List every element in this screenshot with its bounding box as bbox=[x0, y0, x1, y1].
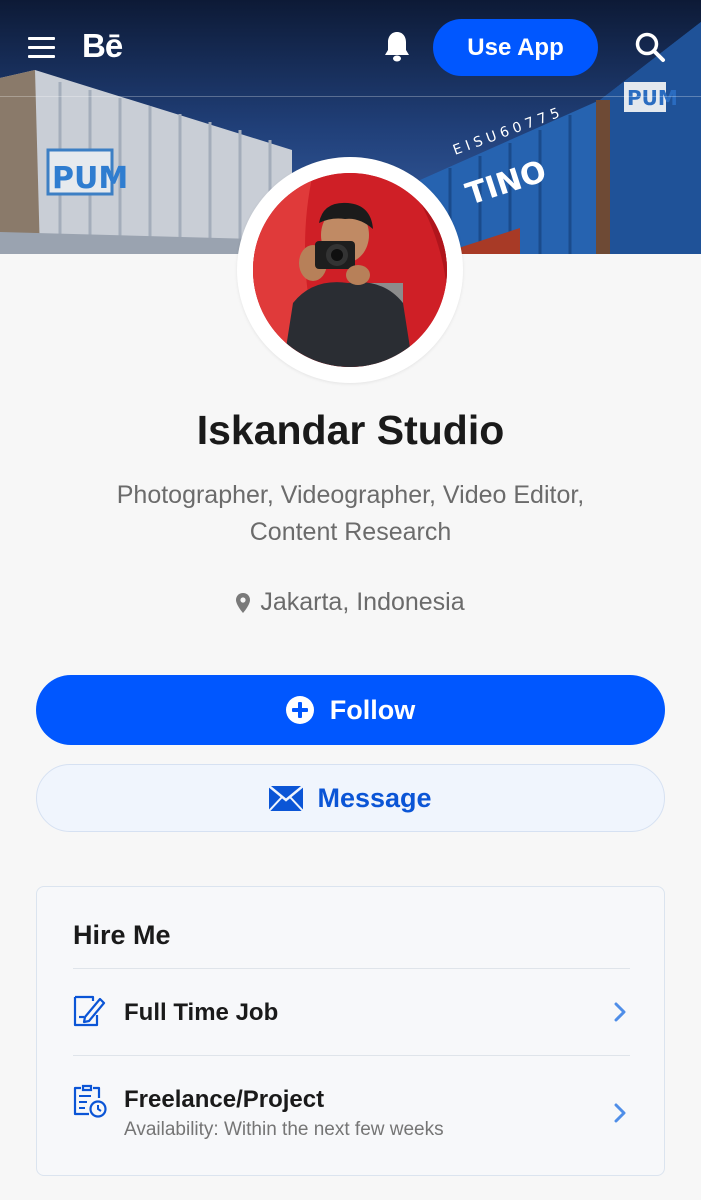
hire-option-full-time[interactable]: Full Time Job bbox=[37, 969, 664, 1055]
svg-text:PUM: PUM bbox=[52, 161, 128, 196]
plus-circle-icon bbox=[285, 696, 314, 724]
message-button[interactable]: Message bbox=[36, 764, 665, 832]
headline-line-2: Content Research bbox=[249, 518, 452, 546]
avatar[interactable] bbox=[253, 173, 447, 367]
follow-label: Follow bbox=[329, 694, 416, 725]
avatar-photo bbox=[253, 173, 447, 367]
top-bar: Bē Use App bbox=[0, 0, 701, 97]
freelance-label: Freelance/Project bbox=[124, 1086, 325, 1113]
location-pin-icon bbox=[236, 592, 251, 613]
availability-text: Availability: Within the next few weeks bbox=[124, 1119, 444, 1140]
follow-button[interactable]: Follow bbox=[36, 675, 665, 745]
profile-location: Jakarta, Indonesia bbox=[0, 588, 701, 617]
headline-line-1: Photographer, Videographer, Video Editor… bbox=[116, 481, 585, 509]
chevron-right-icon bbox=[614, 1103, 626, 1123]
full-time-label: Full Time Job bbox=[124, 999, 279, 1026]
chevron-right-icon bbox=[614, 1002, 626, 1022]
profile-name: Iskandar Studio bbox=[196, 407, 505, 453]
location-text: Jakarta, Indonesia bbox=[260, 588, 465, 616]
behance-logo[interactable]: Bē bbox=[82, 27, 123, 65]
pen-document-icon bbox=[73, 995, 106, 1027]
search-icon[interactable] bbox=[634, 31, 666, 63]
profile-headline: Photographer, Videographer, Video Editor… bbox=[80, 477, 621, 551]
message-label: Message bbox=[317, 782, 432, 813]
clipboard-clock-icon bbox=[73, 1084, 107, 1118]
mail-icon bbox=[269, 785, 304, 811]
hire-me-card: Hire Me Full Time Job Freelance/Project … bbox=[36, 886, 665, 1176]
hamburger-menu-icon[interactable] bbox=[28, 35, 56, 59]
hire-option-freelance[interactable]: Freelance/Project Availability: Within t… bbox=[37, 1056, 664, 1174]
hire-me-title: Hire Me bbox=[73, 920, 171, 950]
notification-bell-icon[interactable] bbox=[383, 30, 411, 62]
use-app-button[interactable]: Use App bbox=[433, 19, 598, 76]
